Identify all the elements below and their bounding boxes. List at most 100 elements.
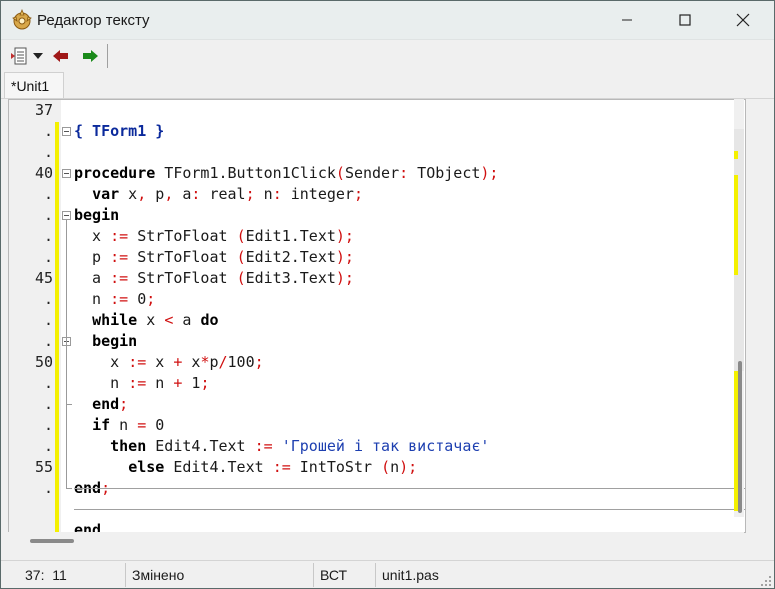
code-token: StrToFloat bbox=[128, 269, 237, 287]
horizontal-scroll-thumb[interactable] bbox=[30, 539, 74, 543]
code-line[interactable]: else Edit4.Text := IntToStr (n); bbox=[74, 457, 417, 478]
line-number: . bbox=[43, 185, 53, 203]
code-token: ; bbox=[119, 395, 129, 413]
code-token: Edit1.Text bbox=[245, 227, 336, 245]
vertical-scrollbar[interactable] bbox=[734, 99, 744, 517]
code-token: p bbox=[74, 248, 111, 266]
code-token: Edit4.Text bbox=[164, 458, 273, 476]
code-area[interactable]: { TForm1 } procedure TForm1.Button1Click(… bbox=[74, 100, 745, 532]
toolbar bbox=[1, 40, 774, 71]
line-number: . bbox=[43, 416, 53, 434]
code-line[interactable]: while x < a do bbox=[74, 310, 219, 331]
modified-lines-marker bbox=[55, 122, 59, 532]
back-button[interactable] bbox=[51, 46, 71, 66]
code-token: do bbox=[200, 311, 219, 329]
procedure-separator bbox=[74, 509, 745, 510]
scroll-change-marker bbox=[734, 175, 738, 275]
fold-toggle-icon[interactable] bbox=[62, 169, 71, 178]
code-line[interactable]: n := 0; bbox=[74, 289, 155, 310]
code-token: := bbox=[110, 290, 129, 308]
code-token: then bbox=[110, 437, 147, 455]
code-token: ; bbox=[353, 185, 363, 203]
line-number: . bbox=[43, 332, 53, 350]
app-icon bbox=[12, 9, 32, 30]
code-line[interactable]: a := StrToFloat (Edit3.Text); bbox=[74, 268, 354, 289]
code-token: < bbox=[164, 311, 174, 329]
code-token: x bbox=[146, 353, 174, 371]
horizontal-scrollbar[interactable] bbox=[8, 532, 744, 552]
fold-guide-end bbox=[66, 488, 72, 489]
vertical-scroll-thumb[interactable] bbox=[738, 361, 742, 513]
insert-mode: ВСТ bbox=[320, 567, 348, 583]
code-line[interactable]: p := StrToFloat (Edit2.Text); bbox=[74, 247, 354, 268]
code-token: begin bbox=[92, 332, 138, 350]
line-number: 50 bbox=[34, 353, 53, 371]
code-line[interactable]: x := StrToFloat (Edit1.Text); bbox=[74, 226, 354, 247]
code-token: end bbox=[92, 395, 120, 413]
line-number-gutter: 37.. 40.... 45... 50.... 55. bbox=[9, 100, 61, 532]
code-editor[interactable]: 37.. 40.... 45... 50.... 55. { TForm1 } proce… bbox=[8, 99, 746, 533]
fold-toggle-icon[interactable] bbox=[62, 127, 71, 136]
code-token: ); bbox=[480, 164, 499, 182]
back-arrow-icon bbox=[53, 50, 68, 62]
code-token: n bbox=[254, 185, 273, 203]
resize-grip-icon[interactable] bbox=[760, 575, 772, 587]
code-line[interactable]: procedure TForm1.Button1Click(Sender: TO… bbox=[74, 163, 498, 184]
line-number: 40 bbox=[34, 164, 53, 182]
line-number: . bbox=[43, 206, 53, 224]
code-token: ; bbox=[245, 185, 255, 203]
code-line[interactable]: begin bbox=[74, 205, 119, 226]
code-token: a bbox=[173, 185, 192, 203]
fold-toggle-icon[interactable] bbox=[62, 211, 71, 220]
code-token: := bbox=[128, 374, 147, 392]
code-line[interactable]: x := x + x*p/100; bbox=[74, 352, 264, 373]
code-line[interactable]: if n = 0 bbox=[74, 415, 164, 436]
code-line[interactable]: end; bbox=[74, 394, 128, 415]
editor-window: Редактор тексту *Unit1 37 . . 40 . . . .… bbox=[0, 0, 775, 589]
line-number: 37 bbox=[34, 101, 53, 119]
forward-button[interactable] bbox=[80, 46, 100, 66]
code-token: n bbox=[110, 416, 138, 434]
code-token: a bbox=[74, 269, 111, 287]
minimize-button[interactable] bbox=[598, 1, 656, 39]
code-token: x bbox=[137, 311, 165, 329]
code-line[interactable]: then Edit4.Text := 'Грошей і так вистача… bbox=[74, 436, 489, 457]
maximize-button[interactable] bbox=[656, 1, 714, 39]
code-token: ; bbox=[200, 374, 210, 392]
code-line[interactable]: begin bbox=[74, 331, 137, 352]
close-icon bbox=[736, 13, 750, 27]
line-number: . bbox=[43, 437, 53, 455]
tab-strip: *Unit1 bbox=[1, 71, 774, 99]
code-line[interactable]: { TForm1 } bbox=[74, 121, 164, 142]
code-token: := bbox=[128, 353, 147, 371]
code-line[interactable]: var x, p, a: real; n: integer; bbox=[74, 184, 363, 205]
dropdown-button[interactable] bbox=[31, 46, 45, 66]
code-line[interactable]: n := n + 1; bbox=[74, 373, 209, 394]
code-token: = bbox=[137, 416, 147, 434]
file-name: unit1.pas bbox=[382, 567, 439, 583]
line-number: . bbox=[43, 395, 53, 413]
code-token: real bbox=[200, 185, 246, 203]
code-token: n bbox=[74, 374, 129, 392]
document-list-button[interactable] bbox=[9, 46, 29, 66]
cursor-position: 37: 11 bbox=[25, 567, 67, 583]
code-token: Sender bbox=[344, 164, 400, 182]
code-token: else bbox=[128, 458, 165, 476]
forward-arrow-icon bbox=[83, 50, 98, 62]
code-token: : bbox=[399, 164, 409, 182]
code-token: : bbox=[272, 185, 282, 203]
tab-unit1[interactable]: *Unit1 bbox=[4, 72, 64, 98]
close-button[interactable] bbox=[714, 1, 772, 39]
code-token: ); bbox=[399, 458, 418, 476]
code-token: p bbox=[209, 353, 219, 371]
line-number: . bbox=[43, 248, 53, 266]
code-token: n bbox=[74, 290, 111, 308]
code-token: Edit2.Text bbox=[245, 248, 336, 266]
title-bar[interactable]: Редактор тексту bbox=[1, 1, 774, 40]
